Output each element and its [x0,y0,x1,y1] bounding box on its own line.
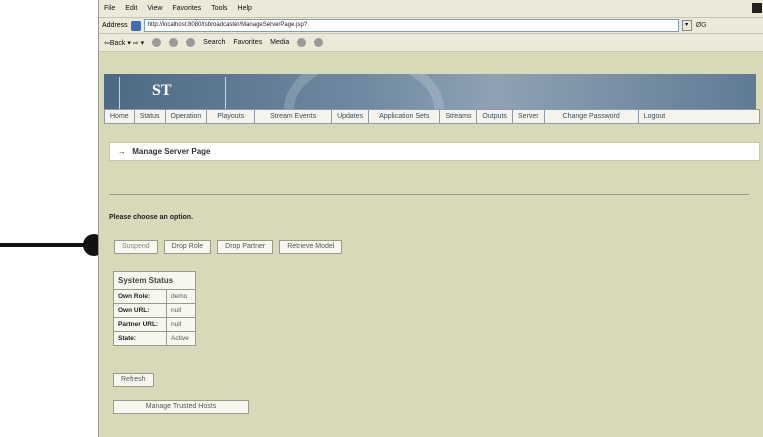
system-status-table: System Status Own Role: demo Own URL: nu… [113,271,196,346]
option-prompt: Please choose an option. [109,214,194,221]
address-dropdown-icon[interactable]: ▾ [681,20,692,31]
table-row: Own Role: demo [113,289,196,304]
mail-icon[interactable] [314,38,324,47]
refresh-button[interactable]: Refresh [113,373,154,387]
table-row: State: Active [113,331,196,346]
retrieve-model-button[interactable]: Retrieve Model [279,240,343,254]
menu-favorites[interactable]: Favorites [172,5,201,12]
own-role-value: demo [166,289,196,304]
web-page: ST Home Status Operation Playouts Stream… [99,52,763,437]
nav-home[interactable]: Home [105,110,135,123]
nav-logout[interactable]: Logout [639,110,670,123]
divider [109,194,749,195]
own-role-label: Own Role: [113,289,167,304]
menu-bar: File Edit View Favorites Tools Help [99,0,763,17]
address-label: Address [102,22,128,29]
nav-change-password[interactable]: Change Password [545,110,639,123]
search-button[interactable]: Search [203,39,225,46]
page-title: → Manage Server Page [109,142,760,161]
nav-application-sets[interactable]: Application Sets [369,110,441,123]
suspend-button[interactable]: Suspend [114,240,158,254]
own-url-label: Own URL: [113,303,167,318]
table-row: Partner URL: null [113,317,196,332]
favorites-button[interactable]: Favorites [233,39,262,46]
address-input[interactable]: http://localhost:8080/tsbroadcaster/Mana… [143,19,679,32]
nav-operation[interactable]: Operation [166,110,208,123]
home-icon[interactable] [186,38,196,47]
browser-toolbar: ⇦Back ▾ ⇨ ▾ Search Favorites Media [99,33,763,52]
state-label: State: [113,331,167,346]
site-banner: ST [104,74,756,114]
menu-help[interactable]: Help [238,5,252,12]
stop-icon[interactable] [152,38,162,47]
site-logo: ST [152,82,172,99]
menu-edit[interactable]: Edit [125,5,137,12]
table-row: Own URL: null [113,303,196,318]
state-value: Active [166,331,196,346]
menu-file[interactable]: File [104,5,115,12]
manage-trusted-hosts-button[interactable]: Manage Trusted Hosts [113,400,249,414]
annotation-pointer-line [0,243,92,247]
back-forward-buttons[interactable]: ⇦Back ▾ ⇨ ▾ [104,39,144,47]
logo-box [119,77,226,113]
partner-url-label: Partner URL: [113,317,167,332]
banner-decoration [284,74,444,114]
nav-streams[interactable]: Streams [440,110,478,123]
main-nav: Home Status Operation Playouts Stream Ev… [104,109,760,124]
browser-window: File Edit View Favorites Tools Help Addr… [98,0,763,437]
address-bar: Address http://localhost:8080/tsbroadcas… [99,17,763,33]
page-icon [130,20,141,31]
media-button[interactable]: Media [270,39,289,46]
menu-tools[interactable]: Tools [211,5,227,12]
option-buttons: Suspend Drop Role Drop Partner Retrieve … [114,240,348,254]
own-url-value: null [166,303,196,318]
history-icon[interactable] [297,38,307,47]
menu-view[interactable]: View [147,5,162,12]
nav-status[interactable]: Status [135,110,166,123]
drop-partner-button[interactable]: Drop Partner [217,240,274,254]
refresh-icon[interactable] [169,38,179,47]
drop-role-button[interactable]: Drop Role [163,240,212,254]
nav-outputs[interactable]: Outputs [477,110,513,123]
status-table-header: System Status [113,271,196,290]
page-title-text: Manage Server Page [132,147,211,156]
nav-stream-events[interactable]: Stream Events [255,110,333,123]
go-button[interactable]: ØG [696,22,707,29]
windows-logo-icon [752,3,762,13]
nav-updates[interactable]: Updates [332,110,370,123]
partner-url-value: null [166,317,196,332]
nav-server[interactable]: Server [513,110,545,123]
arrow-right-icon: → [118,147,126,156]
nav-playouts[interactable]: Playouts [207,110,256,123]
